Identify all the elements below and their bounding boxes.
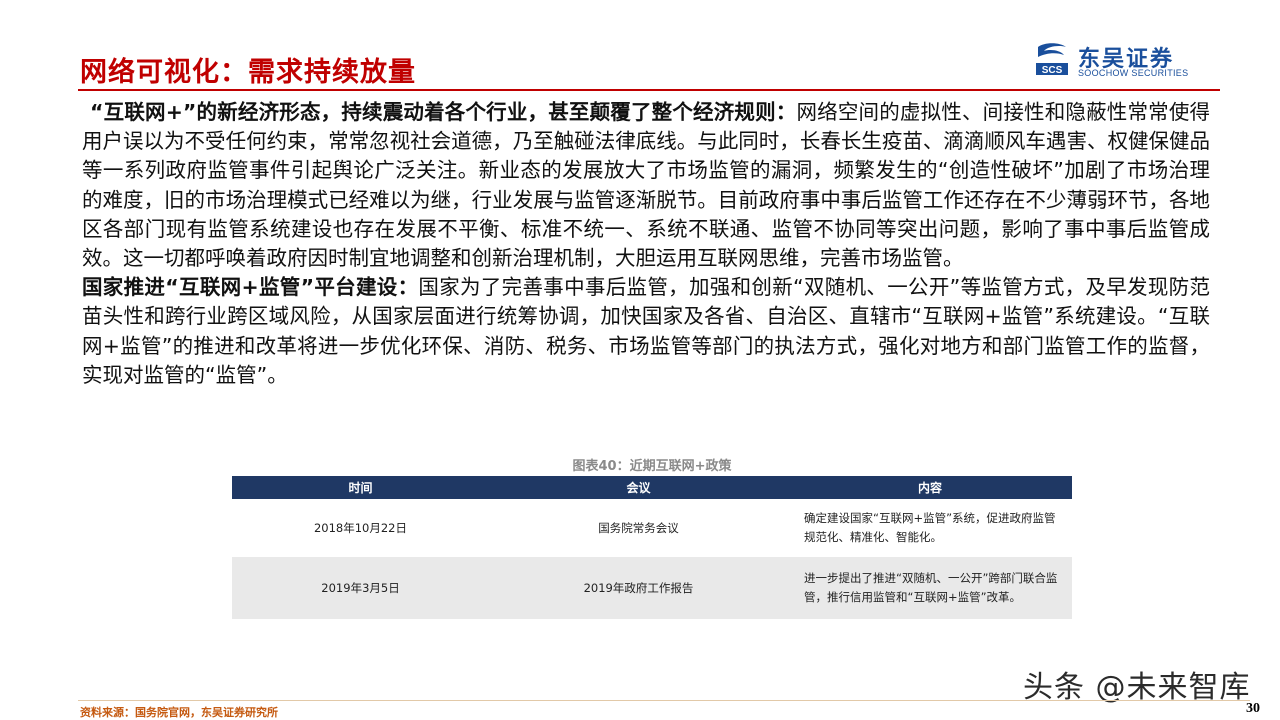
paragraph-internet-plus: “互联网+”的新经济形态，持续震动着各个行业，甚至颠覆了整个经济规则：网络空间的…: [82, 98, 1210, 273]
footer-divider: [78, 700, 1250, 701]
logo-mark-letters: SCS: [1042, 65, 1063, 76]
table-caption: 图表40：近期互联网+政策: [572, 459, 732, 474]
column-header-content: 内容: [788, 476, 1072, 499]
cell-time: 2018年10月22日: [232, 499, 489, 557]
paragraph-1-lead: “互联网+”的新经济形态，持续震动着各个行业，甚至颠覆了整个经济规则：: [90, 100, 797, 124]
soochow-logo: SCS 东吴证券 SOOCHOW SECURITIES: [1034, 43, 1224, 79]
page-title: 网络可视化：需求持续放量: [80, 57, 416, 88]
table-row: 2018年10月22日 国务院常务会议 确定建设国家“互联网+监管”系统，促进政…: [232, 499, 1072, 557]
source-note: 资料来源：国务院官网，东吴证券研究所: [80, 706, 278, 719]
logo-brand-en: SOOCHOW SECURITIES: [1078, 68, 1189, 78]
cell-content: 进一步提出了推进“双随机、一公开”跨部门联合监管，推行信用监管和“互联网+监管”…: [788, 557, 1072, 619]
paragraph-regulation-platform: 国家推进“互联网+监管”平台建设：国家为了完善事中事后监管，加强和创新“双随机、…: [82, 273, 1210, 390]
page-number: 30: [1246, 701, 1260, 716]
soochow-logo-icon: SCS: [1036, 43, 1068, 76]
title-divider: [78, 89, 1220, 91]
table-row: 2019年3月5日 2019年政府工作报告 进一步提出了推进“双随机、一公开”跨…: [232, 557, 1072, 619]
policy-table: 时间 会议 内容 2018年10月22日 国务院常务会议 确定建设国家“互联网+…: [232, 476, 1072, 619]
column-header-time: 时间: [232, 476, 489, 499]
paragraph-1-text: 网络空间的虚拟性、间接性和隐蔽性常常使得用户误以为不受任何约束，常常忽视社会道德…: [82, 100, 1211, 271]
cell-meeting: 国务院常务会议: [489, 499, 788, 557]
paragraph-2-lead: 国家推进“互联网+监管”平台建设：: [82, 275, 419, 300]
column-header-meeting: 会议: [489, 476, 788, 499]
cell-content: 确定建设国家“互联网+监管”系统，促进政府监管规范化、精准化、智能化。: [788, 499, 1072, 557]
body-text: “互联网+”的新经济形态，持续震动着各个行业，甚至颠覆了整个经济规则：网络空间的…: [82, 98, 1210, 390]
table-header-row: 时间 会议 内容: [232, 476, 1072, 499]
cell-time: 2019年3月5日: [232, 557, 489, 619]
cell-meeting: 2019年政府工作报告: [489, 557, 788, 619]
